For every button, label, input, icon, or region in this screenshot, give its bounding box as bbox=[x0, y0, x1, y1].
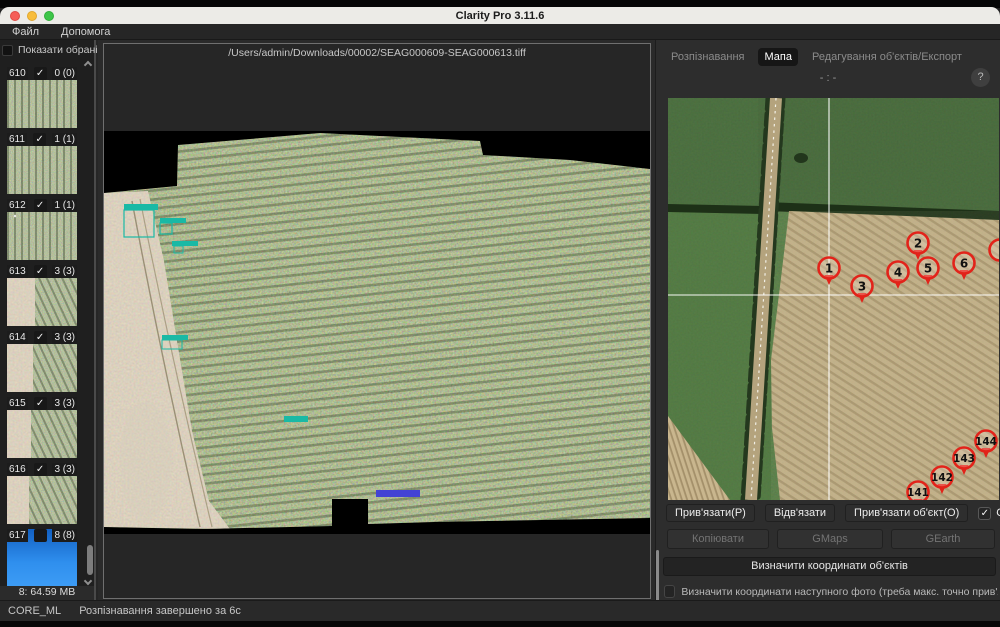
gearth-button[interactable]: GEarth bbox=[891, 529, 995, 549]
thumbnail-image[interactable] bbox=[7, 344, 77, 392]
thumbnail-count: 0 (0) bbox=[52, 67, 77, 80]
thumbnail-checkbox[interactable] bbox=[34, 529, 47, 542]
scroll-down-icon[interactable] bbox=[84, 577, 92, 585]
panel-tabs: Розпізнавання Мапа Редагування об'єктів/… bbox=[665, 48, 968, 66]
titlebar: Clarity Pro 3.11.6 bbox=[0, 7, 1000, 24]
copy-button[interactable]: Копіювати bbox=[667, 529, 769, 549]
thumbnail-615[interactable]: 615 ✓ 3 (3) bbox=[7, 397, 77, 458]
show-selected-label: Показати обрані bbox=[18, 44, 98, 56]
thumbnail-612[interactable]: 612 ✓ 1 (1) bbox=[7, 199, 77, 260]
engine-label: CORE_ML bbox=[8, 605, 61, 617]
svg-text:4: 4 bbox=[894, 266, 902, 280]
thumbnail-id: 612 bbox=[7, 199, 28, 212]
thumbnail-sidebar: Показати обрані 610 ✓ 0 (0) bbox=[0, 40, 96, 600]
thumbnail-checkbox[interactable]: ✓ bbox=[34, 67, 47, 80]
panel-scrollbar-thumb[interactable] bbox=[656, 550, 659, 602]
image-canvas[interactable]: /Users/admin/Downloads/00002/SEAG000609-… bbox=[103, 43, 651, 599]
define-object-coords-button[interactable]: Визначити координати об'єктів bbox=[663, 557, 996, 576]
svg-text:6: 6 bbox=[960, 257, 968, 271]
menu-help[interactable]: Допомога bbox=[61, 26, 110, 38]
thumbnail-checkbox[interactable]: ✓ bbox=[34, 199, 47, 212]
satellite-map[interactable]: 1 2 3 4 bbox=[668, 98, 999, 500]
menubar: Файл Допомога bbox=[0, 24, 1000, 40]
svg-text:3: 3 bbox=[858, 280, 866, 294]
next-photo-checkbox[interactable] bbox=[664, 585, 675, 598]
thumbnail-image[interactable] bbox=[7, 410, 77, 458]
thumbnail-checkbox[interactable]: ✓ bbox=[33, 133, 46, 146]
status-message: Розпізнавання завершено за 6с bbox=[79, 605, 241, 617]
thumbnail-checkbox[interactable]: ✓ bbox=[34, 265, 47, 278]
unbind-button[interactable]: Відв'язати bbox=[765, 504, 835, 522]
thumbnail-count: 3 (3) bbox=[52, 331, 77, 344]
thumbnail-id: 616 bbox=[7, 463, 28, 476]
gmaps-button[interactable]: GMaps bbox=[777, 529, 883, 549]
tab-edit-export[interactable]: Редагування об'єктів/Експорт bbox=[806, 48, 968, 66]
cursor-coords-label: - : - bbox=[656, 72, 1000, 84]
thumbnail-613[interactable]: 613 ✓ 3 (3) bbox=[7, 265, 77, 326]
thumbnail-count: 1 (1) bbox=[52, 133, 77, 146]
thumbnail-616[interactable]: 616 ✓ 3 (3) bbox=[7, 463, 77, 524]
image-path-label: /Users/admin/Downloads/00002/SEAG000609-… bbox=[104, 47, 650, 59]
thumbnail-checkbox[interactable]: ✓ bbox=[34, 463, 47, 476]
thumbnail-id: 610 bbox=[7, 67, 28, 80]
thumbnail-count: 1 (1) bbox=[52, 199, 77, 212]
thumbnail-610[interactable]: 610 ✓ 0 (0) bbox=[7, 67, 77, 128]
thumbnail-id: 611 bbox=[7, 133, 27, 146]
memory-usage-label: 8: 64.59 MB bbox=[0, 586, 94, 600]
thumbnail-image[interactable] bbox=[7, 278, 77, 326]
thumbnail-image[interactable] bbox=[7, 146, 77, 194]
thumbnail-614[interactable]: 614 ✓ 3 (3) bbox=[7, 331, 77, 392]
svg-text:141: 141 bbox=[907, 487, 929, 499]
svg-text:144: 144 bbox=[975, 436, 997, 448]
next-photo-label: Визначити координати наступного фото (тр… bbox=[681, 586, 998, 598]
svg-text:142: 142 bbox=[931, 472, 953, 484]
bind-button[interactable]: Прив'язати(P) bbox=[666, 504, 755, 522]
tab-recognition[interactable]: Розпізнавання bbox=[665, 48, 750, 66]
help-button[interactable]: ? bbox=[971, 68, 990, 87]
thumbnail-id: 614 bbox=[7, 331, 28, 344]
svg-text:2: 2 bbox=[914, 237, 922, 251]
scroll-up-icon[interactable] bbox=[84, 61, 92, 69]
thumbnail-611[interactable]: 611 ✓ 1 (1) bbox=[7, 133, 77, 194]
thumbnail-count: 8 (8) bbox=[52, 529, 77, 542]
thumbnail-id: 617 bbox=[7, 529, 28, 542]
follow-toggle[interactable]: ✓ Слідкувати bbox=[978, 507, 1000, 520]
menu-file[interactable]: Файл bbox=[12, 26, 39, 38]
thumbnail-checkbox[interactable]: ✓ bbox=[34, 331, 47, 344]
thumbnail-image[interactable] bbox=[7, 476, 77, 524]
show-selected-toggle[interactable]: Показати обрані bbox=[2, 42, 92, 58]
follow-label: Слідкувати bbox=[996, 507, 1000, 519]
thumbnail-checkbox[interactable]: ✓ bbox=[34, 397, 47, 410]
tab-map[interactable]: Мапа bbox=[758, 48, 797, 66]
thumbnail-count: 3 (3) bbox=[52, 265, 77, 278]
image-viewer-panel: /Users/admin/Downloads/00002/SEAG000609-… bbox=[98, 40, 655, 600]
map-marker[interactable]: 141 bbox=[907, 482, 929, 501]
svg-text:5: 5 bbox=[924, 262, 932, 276]
map-marker-partial[interactable] bbox=[990, 240, 1000, 261]
window-title: Clarity Pro 3.11.6 bbox=[0, 10, 1000, 22]
sidebar-scrollbar-thumb[interactable] bbox=[87, 545, 93, 575]
thumbnail-image[interactable] bbox=[7, 212, 77, 260]
thumbnail-id: 615 bbox=[7, 397, 28, 410]
bind-object-button[interactable]: Прив'язати об'єкт(O) bbox=[845, 504, 968, 522]
thumbnail-image[interactable] bbox=[7, 80, 77, 128]
show-selected-checkbox[interactable] bbox=[2, 45, 13, 56]
window-bottom-edge bbox=[0, 621, 1000, 627]
mosaic-image[interactable] bbox=[104, 131, 650, 534]
thumbnail-list: 610 ✓ 0 (0) 611 ✓ 1 (1) bbox=[7, 67, 77, 590]
follow-checkbox[interactable]: ✓ bbox=[978, 507, 991, 520]
app-window: Clarity Pro 3.11.6 Файл Допомога Показат… bbox=[0, 0, 1000, 627]
status-bar: CORE_ML Розпізнавання завершено за 6с bbox=[0, 600, 1000, 621]
svg-text:143: 143 bbox=[953, 453, 975, 465]
map-panel: Розпізнавання Мапа Редагування об'єктів/… bbox=[655, 40, 1000, 600]
next-photo-coords-toggle[interactable]: Визначити координати наступного фото (тр… bbox=[664, 585, 998, 598]
thumbnail-count: 3 (3) bbox=[52, 463, 77, 476]
svg-text:1: 1 bbox=[825, 262, 833, 276]
thumbnail-id: 613 bbox=[7, 265, 28, 278]
thumbnail-617-selected[interactable]: 617 8 (8) bbox=[7, 529, 77, 590]
thumbnail-count: 3 (3) bbox=[52, 397, 77, 410]
